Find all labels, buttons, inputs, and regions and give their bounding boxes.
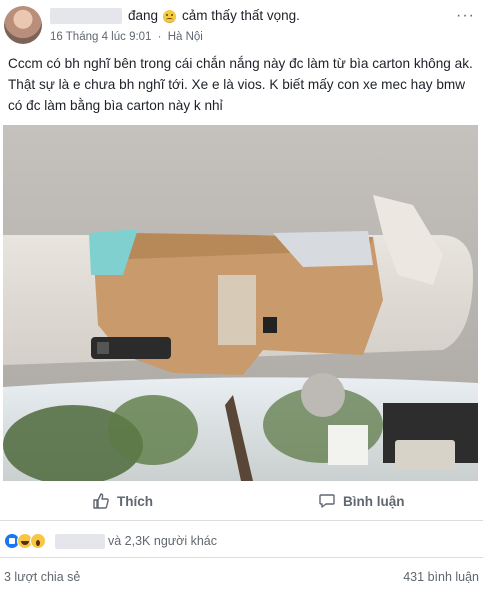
share-count[interactable]: 3 lượt chia sẻ [4,570,80,584]
divider [0,557,483,558]
feeling-text[interactable]: cảm thấy thất vọng. [182,8,300,23]
post-photo[interactable] [3,125,478,481]
post-meta: 16 Tháng 4 lúc 9:01 · Hà Nội [50,31,203,43]
post-location[interactable]: Hà Nội [168,31,203,43]
redacted-reactor-name [55,533,105,549]
reaction-summary[interactable]: và 2,3K người khác [4,530,217,552]
post-timestamp[interactable]: 16 Tháng 4 lúc 9:01 [50,31,151,43]
disappointed-face-icon [163,10,177,23]
more-options-button[interactable]: ··· [456,8,475,24]
feeling-status: đang cảm thấy thất vọng. [128,8,300,23]
comment-bubble-icon [319,494,335,508]
avatar[interactable] [4,6,42,44]
feeling-prefix: đang [128,8,159,23]
facebook-post: đang cảm thấy thất vọng. 16 Tháng 4 lúc … [0,0,483,592]
thumbs-up-icon [93,493,109,509]
post-action-bar: Thích Bình luận [0,482,483,521]
like-button[interactable]: Thích [92,482,153,520]
comment-label: Bình luận [343,493,405,509]
meta-separator: · [157,31,162,43]
like-label: Thích [117,493,153,509]
reaction-count-text: và 2,3K người khác [108,534,217,548]
car-sun-visor-image [3,125,478,481]
comment-button[interactable]: Bình luận [318,482,405,520]
redacted-author-name[interactable] [50,8,122,24]
comment-count[interactable]: 431 bình luận [403,570,479,584]
post-text: Cccm có bh nghĩ bên trong cái chắn nắng … [8,56,473,113]
wow-icon [30,533,46,549]
